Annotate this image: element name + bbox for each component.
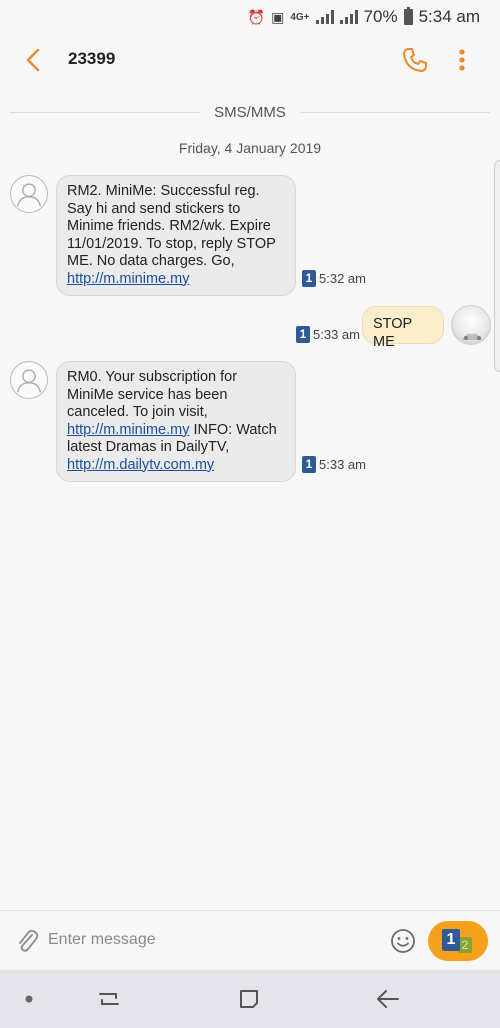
sim1-badge-icon: 1 (442, 929, 460, 951)
my-profile-photo[interactable] (451, 305, 491, 345)
message-time: 5:33 am (313, 327, 360, 342)
message-meta: 1 5:32 am (302, 270, 366, 287)
signal-strength-icon-2 (339, 10, 358, 24)
scroll-handle[interactable] (494, 160, 500, 372)
message-meta: 1 5:33 am (296, 326, 360, 343)
date-separator: Friday, 4 January 2019 (178, 140, 322, 156)
back-arrow-icon[interactable] (20, 46, 48, 74)
phone-icon[interactable] (400, 45, 430, 75)
sim-card-icon: ▣ (271, 8, 285, 25)
message-composer: 2 1 (0, 910, 500, 970)
channel-label: SMS/MMS (214, 103, 286, 121)
battery-icon (403, 7, 413, 25)
message-text: RM2. MiniMe: Successful reg. Say hi and … (67, 183, 280, 269)
message-link[interactable]: http://m.dailytv.com.my (67, 457, 214, 473)
emoji-icon[interactable] (390, 928, 416, 954)
recent-apps-icon[interactable] (96, 986, 122, 1012)
message-link[interactable]: http://m.minime.my (67, 271, 189, 287)
send-button[interactable]: 2 1 (428, 921, 488, 961)
message-text: RM0. Your subscription for MiniMe servic… (67, 369, 242, 420)
clock: 5:34 am (418, 7, 480, 26)
message-bubble-incoming[interactable]: RM2. MiniMe: Successful reg. Say hi and … (56, 175, 296, 296)
back-nav-icon[interactable] (374, 986, 402, 1012)
message-bubble-incoming[interactable]: RM0. Your subscription for MiniMe servic… (56, 361, 296, 482)
photo-thumbnail-icon (462, 333, 482, 340)
message-input[interactable] (48, 927, 368, 953)
message-time: 5:33 am (319, 457, 366, 472)
alarm-icon: ⏰ (247, 8, 266, 25)
sim1-badge-icon: 1 (296, 326, 310, 343)
network-type: 4G+ (290, 11, 310, 23)
message-meta: 1 5:33 am (302, 456, 366, 473)
contact-avatar[interactable] (10, 175, 48, 213)
sim2-badge-icon: 2 (458, 937, 472, 953)
sim1-badge-icon: 1 (302, 456, 316, 473)
sim1-badge-icon: 1 (302, 270, 316, 287)
message-time: 5:32 am (319, 271, 366, 286)
more-options-icon[interactable] (450, 45, 474, 75)
contact-title: 23399 (68, 49, 116, 68)
conversation-header: 23399 (0, 34, 500, 86)
status-bar: ⏰ ▣ 4G+ 70% 5:34 am (0, 0, 500, 34)
message-link[interactable]: http://m.minime.my (67, 422, 189, 438)
dot-indicator-icon[interactable] (24, 994, 34, 1004)
system-navigation-bar (0, 970, 500, 1028)
channel-divider: SMS/MMS (10, 100, 490, 124)
message-bubble-outgoing[interactable]: STOP ME (362, 306, 444, 350)
message-text: STOP ME (373, 316, 416, 350)
signal-strength-icon (315, 10, 334, 24)
home-icon[interactable] (236, 986, 262, 1012)
paperclip-icon[interactable] (14, 927, 40, 955)
battery-percent: 70% (363, 7, 398, 26)
contact-avatar[interactable] (10, 361, 48, 399)
